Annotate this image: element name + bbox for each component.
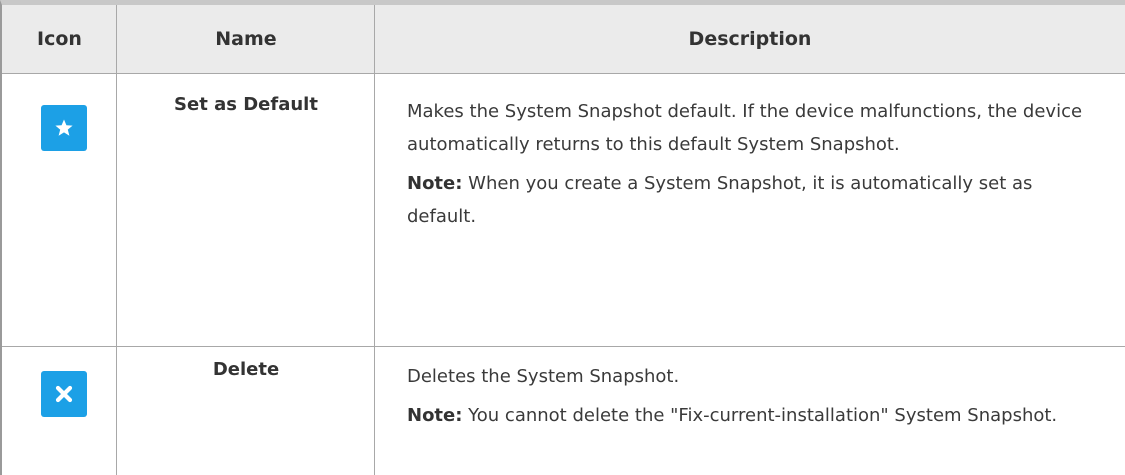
close-icon bbox=[41, 371, 87, 417]
note-label: Note: bbox=[407, 405, 463, 426]
icon-reference-table: Icon Name Description Set as Default Mak… bbox=[0, 0, 1125, 475]
row-name: Delete bbox=[212, 359, 280, 380]
header-icon: Icon bbox=[37, 28, 82, 50]
row-divider bbox=[2, 346, 1125, 347]
column-divider bbox=[374, 5, 375, 475]
header-description: Description bbox=[688, 28, 812, 50]
note: Note: When you create a System Snapshot,… bbox=[407, 167, 1107, 233]
note-text: When you create a System Snapshot, it is… bbox=[407, 173, 1033, 227]
description-text: Deletes the System Snapshot. bbox=[407, 366, 680, 387]
star-icon bbox=[41, 105, 87, 151]
description-text: Makes the System Snapshot default. If th… bbox=[407, 101, 1083, 155]
row-description: Deletes the System Snapshot. Note: You c… bbox=[407, 360, 1107, 432]
row-name: Set as Default bbox=[174, 94, 318, 115]
note: Note: You cannot delete the "Fix-current… bbox=[407, 399, 1107, 432]
note-label: Note: bbox=[407, 173, 463, 194]
column-divider bbox=[116, 5, 117, 475]
header-name: Name bbox=[215, 28, 277, 50]
note-text: You cannot delete the "Fix-current-insta… bbox=[462, 405, 1058, 426]
table-header: Icon Name Description bbox=[2, 5, 1125, 74]
row-description: Makes the System Snapshot default. If th… bbox=[407, 95, 1107, 233]
